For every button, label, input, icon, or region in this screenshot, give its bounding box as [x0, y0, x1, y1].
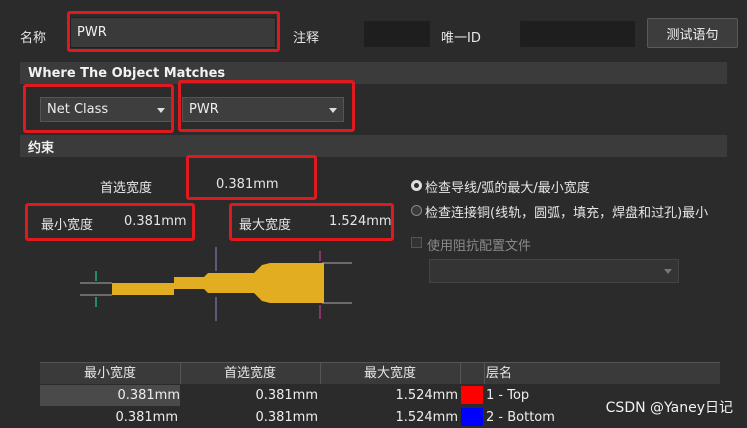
highlight-match-type [23, 84, 174, 133]
highlight-name [67, 11, 280, 52]
cell-layer-name: 2 - Bottom [486, 410, 555, 425]
highlight-match-target [178, 80, 355, 132]
highlight-max-width [229, 203, 394, 241]
radio-check-track-width[interactable] [411, 180, 422, 191]
highlight-preferred-width [186, 155, 317, 200]
uid-label: 唯一ID [441, 31, 481, 46]
impedance-profile-select[interactable] [429, 259, 679, 283]
radio-check-copper-width[interactable] [411, 205, 422, 216]
layer-color-swatch [461, 386, 483, 404]
highlight-min-width [25, 203, 195, 241]
cell-max-width[interactable]: 1.524mm [320, 385, 458, 406]
cell-preferred-width[interactable]: 0.381mm [180, 385, 318, 406]
radio-check-track-width-label: 检查导线/弧的最大/最小宽度 [425, 181, 590, 196]
col-preferred-width[interactable]: 首选宽度 [180, 363, 320, 384]
cell-max-width[interactable]: 1.524mm [320, 407, 458, 428]
table-header: 最小宽度 首选宽度 最大宽度 层名 [40, 362, 720, 384]
col-layer-name[interactable]: 层名 [486, 363, 546, 384]
trace-shape [112, 263, 324, 303]
preferred-width-label: 首选宽度 [100, 181, 153, 196]
name-label: 名称 [20, 31, 47, 46]
constraints-section-header: 约束 [20, 135, 727, 157]
cell-preferred-width[interactable]: 0.381mm [180, 407, 318, 428]
trace-width-diagram [80, 247, 352, 321]
layer-color-swatch [461, 408, 483, 426]
impedance-profile-label: 使用阻抗配置文件 [427, 239, 532, 254]
chevron-down-icon [664, 269, 672, 274]
impedance-profile-checkbox[interactable] [411, 237, 422, 248]
watermark: CSDN @Yaney日记 [605, 400, 733, 416]
cell-min-width[interactable]: 0.381mm [40, 407, 178, 428]
match-section-header: Where The Object Matches [20, 62, 727, 84]
test-query-button[interactable]: 测试语句 [647, 18, 738, 48]
comment-label: 注释 [293, 31, 320, 46]
col-min-width[interactable]: 最小宽度 [40, 363, 180, 384]
cell-min-width[interactable]: 0.381mm [40, 385, 180, 406]
cell-layer-name: 1 - Top [486, 388, 530, 403]
comment-input[interactable] [364, 21, 430, 47]
col-color[interactable] [460, 363, 484, 384]
col-max-width[interactable]: 最大宽度 [320, 363, 460, 384]
uid-input[interactable] [520, 21, 635, 47]
radio-check-copper-width-label: 检查连接铜(线轨，圆弧，填充，焊盘和过孔)最小 [425, 206, 709, 221]
